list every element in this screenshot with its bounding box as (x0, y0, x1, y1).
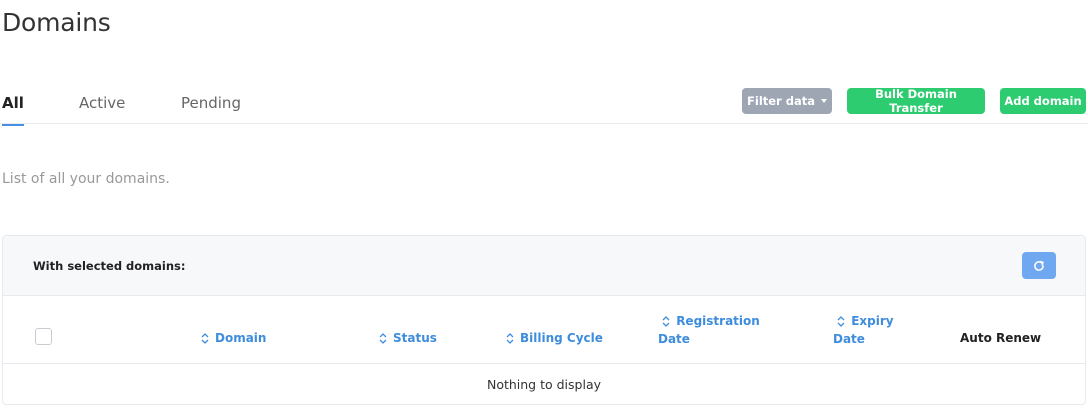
select-all-checkbox[interactable] (35, 328, 52, 345)
column-header-status[interactable]: Status (379, 329, 437, 347)
column-label-billing-cycle: Billing Cycle (520, 331, 603, 345)
column-label-registration-line2: Date (658, 332, 690, 346)
refresh-icon (1034, 260, 1044, 271)
page-description: List of all your domains. (2, 171, 170, 187)
tab-active[interactable]: Active (79, 94, 125, 112)
column-header-domain[interactable]: Domain (201, 329, 266, 347)
sort-icon (662, 316, 670, 327)
refresh-button[interactable] (1022, 252, 1056, 279)
table-toolbar: With selected domains: (3, 236, 1085, 296)
bulk-domain-transfer-button[interactable]: Bulk Domain Transfer (847, 87, 985, 115)
column-header-billing-cycle[interactable]: Billing Cycle (506, 329, 603, 347)
column-label-domain: Domain (215, 331, 267, 345)
domains-table-card: With selected domains: Domain Status Bil… (2, 235, 1086, 405)
filter-data-button[interactable]: Filter data (742, 88, 832, 114)
sort-icon (379, 333, 387, 344)
sort-icon (201, 333, 209, 344)
column-label-expiry-line1: Expiry (851, 314, 894, 328)
column-label-status: Status (393, 331, 437, 345)
filter-data-label: Filter data (747, 94, 815, 108)
table-header: Domain Status Billing Cycle Registration… (3, 296, 1085, 364)
sort-icon (506, 333, 514, 344)
column-label-expiry-line2: Date (833, 332, 865, 346)
sort-icon (837, 316, 845, 327)
page-title: Domains (2, 8, 111, 37)
tab-pending[interactable]: Pending (181, 94, 241, 112)
column-header-expiry-date[interactable]: Expiry Date (833, 312, 894, 348)
add-domain-button[interactable]: Add domain (1000, 88, 1086, 114)
column-header-registration-date[interactable]: Registration Date (658, 312, 760, 348)
tab-all[interactable]: All (2, 94, 24, 126)
caret-down-icon (820, 99, 827, 103)
column-header-auto-renew: Auto Renew (960, 331, 1042, 345)
column-label-registration-line1: Registration (676, 314, 760, 328)
empty-state-message: Nothing to display (486, 376, 602, 392)
bulk-selection-label: With selected domains: (33, 259, 186, 273)
